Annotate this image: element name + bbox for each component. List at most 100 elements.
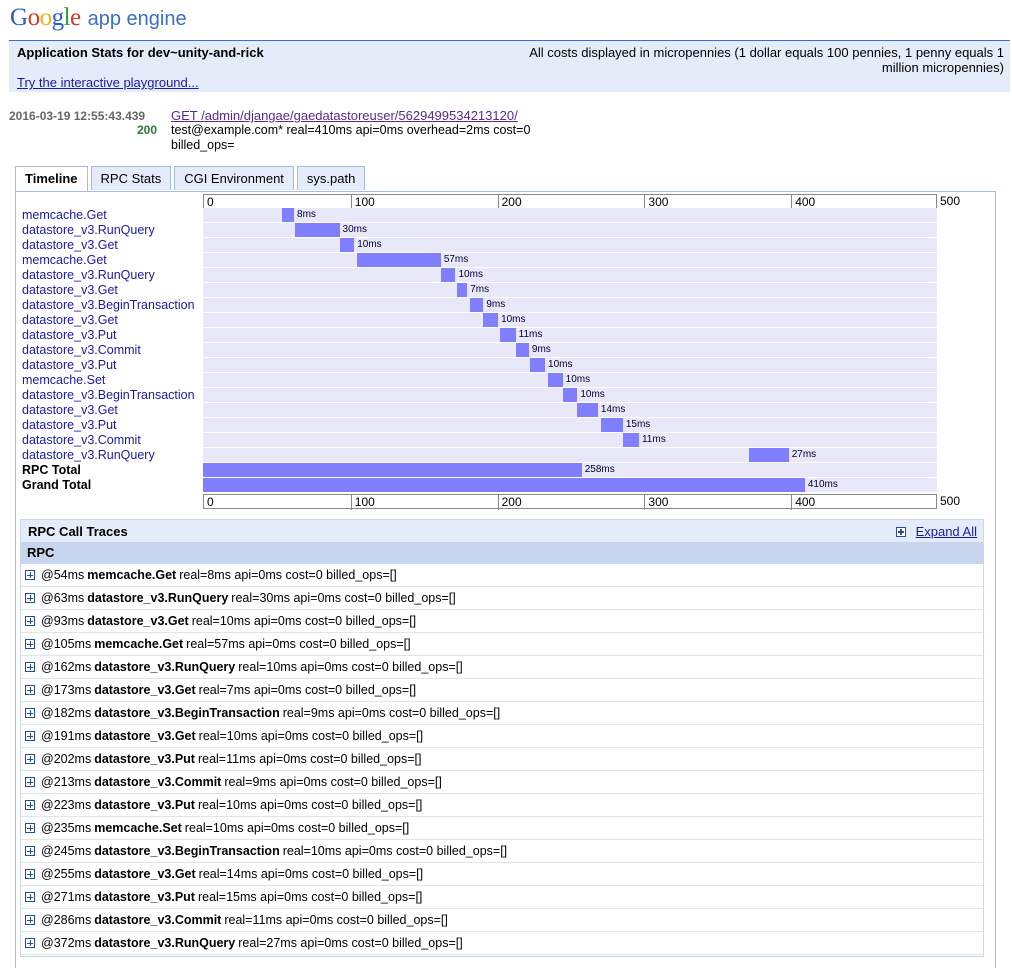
tab-sys-path[interactable]: sys.path (296, 166, 366, 190)
trace-offset: @191ms (41, 729, 92, 743)
trace-stats: real=30ms api=0ms cost=0 billed_ops=[] (231, 591, 456, 605)
tab-rpc-stats[interactable]: RPC Stats (90, 166, 172, 190)
timeline-bar (562, 388, 578, 402)
trace-row[interactable]: @202ms datastore_v3.Put real=11ms api=0ms … (21, 748, 983, 771)
request-link[interactable]: GET /admin/djangae/gaedatastoreuser/5629… (171, 108, 518, 123)
timeline-row-label[interactable]: datastore_v3.Get (22, 283, 118, 298)
playground-link[interactable]: Try the interactive playground... (17, 75, 199, 90)
trace-offset: @182ms (41, 706, 92, 720)
expand-icon[interactable] (25, 938, 35, 948)
trace-stats: real=10ms api=0ms cost=0 billed_ops=[] (198, 729, 424, 743)
trace-row[interactable]: @63ms datastore_v3.RunQuery real=30ms api=… (21, 587, 983, 610)
trace-row[interactable]: @191ms datastore_v3.Get real=10ms api=0ms … (21, 725, 983, 748)
trace-row[interactable]: @105ms memcache.Get real=57ms api=0ms cost… (21, 633, 983, 656)
timeline-row-label[interactable]: datastore_v3.BeginTransaction (22, 298, 195, 313)
expand-icon[interactable] (25, 823, 35, 833)
trace-offset: @286ms (41, 913, 92, 927)
timeline-row-label[interactable]: datastore_v3.Commit (22, 343, 141, 358)
timeline-row-label[interactable]: datastore_v3.Put (22, 358, 117, 373)
rpc-call-traces: RPC Call Traces Expand All RPC @54ms memc… (20, 519, 984, 957)
timeline-track: 10ms (203, 358, 937, 372)
expand-icon[interactable] (25, 662, 35, 672)
traces-header: RPC Call Traces Expand All (21, 520, 983, 542)
timeline-track: 57ms (203, 253, 937, 267)
timeline-row-label[interactable]: datastore_v3.Get (22, 238, 118, 253)
expand-icon[interactable] (25, 616, 35, 626)
timeline-track: 11ms (203, 433, 937, 447)
expand-icon[interactable] (25, 777, 35, 787)
trace-rpc-name: datastore_v3.BeginTransaction (94, 844, 280, 858)
trace-stats: real=11ms api=0ms cost=0 billed_ops=[] (197, 752, 422, 766)
timeline-row-label[interactable]: datastore_v3.RunQuery (22, 268, 155, 283)
expand-icon[interactable] (25, 685, 35, 695)
trace-row[interactable]: @223ms datastore_v3.Put real=10ms api=0ms … (21, 794, 983, 817)
request-timestamp: 2016-03-19 12:55:43.439 (9, 109, 146, 123)
expand-icon[interactable] (25, 708, 35, 718)
scale-tick-label: 200 (497, 495, 522, 510)
expand-icon[interactable] (25, 915, 35, 925)
timeline-row-label[interactable]: datastore_v3.Get (22, 313, 118, 328)
trace-row[interactable]: @173ms datastore_v3.Get real=7ms api=0ms c… (21, 679, 983, 702)
timeline-bar-label: 8ms (297, 209, 316, 220)
timeline-bar-label: 410ms (807, 479, 838, 490)
timeline-row-label[interactable]: datastore_v3.RunQuery (22, 448, 155, 463)
expand-all-button[interactable]: Expand All (895, 524, 977, 539)
timeline-bar (470, 298, 484, 312)
tab-cgi-environment[interactable]: CGI Environment (174, 166, 294, 190)
timeline-bar (749, 448, 789, 462)
timeline-row: datastore_v3.Commit 9ms (20, 343, 937, 358)
trace-stats: real=7ms api=0ms cost=0 billed_ops=[] (198, 683, 417, 697)
timeline-row-label[interactable]: datastore_v3.BeginTransaction (22, 388, 195, 403)
timeline-row-label[interactable]: datastore_v3.Put (22, 328, 117, 343)
timeline-row-label[interactable]: memcache.Get (22, 253, 107, 268)
trace-row[interactable]: @93ms datastore_v3.Get real=10ms api=0ms c… (21, 610, 983, 633)
timeline-bar (339, 238, 355, 252)
expand-icon[interactable] (25, 800, 35, 810)
trace-stats: real=10ms api=0ms cost=0 billed_ops=[] (282, 844, 508, 858)
timeline-row: memcache.Get 57ms (20, 253, 937, 268)
timeline-row-label[interactable]: memcache.Set (22, 373, 105, 388)
timeline-bar (203, 463, 582, 477)
status-badge: 200 (137, 123, 158, 137)
timeline-row-label[interactable]: datastore_v3.Get (22, 403, 118, 418)
timeline-row-label[interactable]: datastore_v3.Commit (22, 433, 141, 448)
trace-rpc-name: datastore_v3.Commit (94, 913, 222, 927)
trace-offset: @93ms (41, 614, 85, 628)
trace-row[interactable]: @286ms datastore_v3.Commit real=11ms api=0… (21, 909, 983, 932)
timeline-row-label[interactable]: datastore_v3.Put (22, 418, 117, 433)
timeline-bar-label: 15ms (625, 419, 651, 430)
timeline-bar-label: 11ms (518, 329, 543, 340)
timeline-bar-label: 57ms (443, 254, 469, 265)
trace-offset: @255ms (41, 867, 92, 881)
timeline-row: datastore_v3.RunQuery 30ms (20, 223, 937, 238)
expand-icon[interactable] (25, 869, 35, 879)
stats-header: Application Stats for dev~unity-and-rick… (9, 40, 1010, 92)
expand-icon[interactable] (25, 754, 35, 764)
expand-icon[interactable] (25, 846, 35, 856)
trace-row[interactable]: @235ms memcache.Set real=10ms api=0ms cost… (21, 817, 983, 840)
trace-stats: real=9ms api=0ms cost=0 billed_ops=[] (282, 706, 501, 720)
trace-row[interactable]: @182ms datastore_v3.BeginTransaction real=… (21, 702, 983, 725)
expand-icon[interactable] (25, 593, 35, 603)
trace-stats: real=10ms api=0ms cost=0 billed_ops=[] (197, 798, 423, 812)
expand-icon[interactable] (25, 570, 35, 580)
timeline-bar (499, 328, 516, 342)
scale-tick-label: 0 (207, 495, 214, 509)
trace-row[interactable]: @372ms datastore_v3.RunQuery real=27ms api… (21, 932, 983, 955)
expand-icon[interactable] (25, 892, 35, 902)
expand-icon[interactable] (25, 639, 35, 649)
timeline-row-label: Grand Total (22, 478, 92, 492)
trace-stats: real=15ms api=0ms cost=0 billed_ops=[] (197, 890, 423, 904)
timeline-row-label[interactable]: memcache.Get (22, 208, 107, 223)
scale-tick-label: 100 (350, 495, 375, 510)
timeline-row-label[interactable]: datastore_v3.RunQuery (22, 223, 155, 238)
trace-stats: real=10ms api=0ms cost=0 billed_ops=[] (191, 614, 417, 628)
tab-timeline[interactable]: Timeline (15, 166, 88, 192)
trace-row[interactable]: @271ms datastore_v3.Put real=15ms api=0ms … (21, 886, 983, 909)
expand-icon[interactable] (25, 731, 35, 741)
trace-row[interactable]: @162ms datastore_v3.RunQuery real=10ms api… (21, 656, 983, 679)
trace-row[interactable]: @255ms datastore_v3.Get real=14ms api=0ms … (21, 863, 983, 886)
trace-row[interactable]: @213ms datastore_v3.Commit real=9ms api=0m… (21, 771, 983, 794)
trace-row[interactable]: @54ms memcache.Get real=8ms api=0ms cost=0… (21, 564, 983, 587)
trace-row[interactable]: @245ms datastore_v3.BeginTransaction real=… (21, 840, 983, 863)
